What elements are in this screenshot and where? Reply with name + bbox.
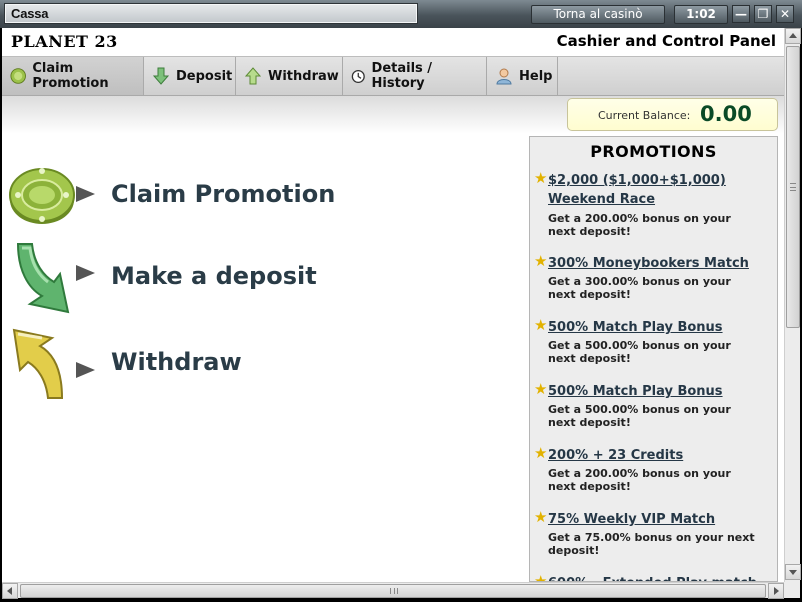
promotion-title[interactable]: 300% Moneybookers Match: [548, 254, 749, 273]
star-icon: ★: [534, 169, 548, 187]
nav-label: Withdraw: [268, 68, 339, 84]
chip-icon: [10, 68, 26, 84]
restore-button[interactable]: ❐: [754, 5, 772, 23]
promotion-title[interactable]: 200% + 23 Credits: [548, 446, 683, 465]
window-title: Cassa: [11, 6, 49, 21]
vertical-scroll-thumb[interactable]: [786, 46, 800, 328]
promotion-desc-line: Get a 500.00% bonus on your: [548, 339, 731, 352]
action-make-deposit[interactable]: Make a deposit: [2, 240, 522, 320]
promotion-title[interactable]: 500% Match Play Bonus: [548, 318, 723, 337]
chevron-right-icon: [774, 587, 779, 595]
promotion-desc-line: Get a 75.00% bonus on your next: [548, 531, 755, 544]
cashier-client-area: PLANET 23 Cashier and Control Panel Clai…: [2, 28, 784, 582]
arrow-right-icon: [76, 265, 95, 281]
promotion-desc-line: Get a 300.00% bonus on your: [548, 275, 731, 288]
green-arrow-icon: [16, 243, 70, 314]
chevron-down-icon: [789, 570, 797, 575]
promotion-title[interactable]: $2,000 ($1,000+$1,000) Weekend Race: [548, 171, 726, 209]
promotion-title-line: $2,000 ($1,000+$1,000): [548, 173, 726, 188]
promotion-title[interactable]: 75% Weekly VIP Match: [548, 510, 715, 529]
grip-icon: [390, 588, 398, 594]
promotion-desc-line: next deposit!: [548, 416, 631, 429]
scroll-up-button[interactable]: [785, 28, 801, 44]
promotion-title[interactable]: 600% - Extended Play match: [548, 574, 757, 581]
balance-label: Current Balance:: [598, 109, 691, 122]
promotion-desc-line: next deposit!: [548, 352, 631, 365]
star-icon: ★: [534, 572, 548, 582]
window-titlebar: Cassa Torna al casinò 1:02 — ❐ ✕: [0, 0, 802, 28]
promotion-description: Get a 75.00% bonus on your next deposit!: [548, 531, 755, 557]
promotion-desc-line: Get a 200.00% bonus on your: [548, 212, 731, 225]
promotion-desc-line: next deposit!: [548, 225, 631, 238]
promotion-description: Get a 200.00% bonus on your next deposit…: [548, 467, 731, 493]
grip-icon: [790, 183, 796, 191]
arrow-down-icon: [152, 67, 170, 85]
action-withdraw[interactable]: Withdraw: [2, 326, 522, 406]
brand-name: PLANET 23: [11, 32, 118, 51]
promotions-heading: PROMOTIONS: [590, 142, 717, 161]
nav-withdraw[interactable]: Withdraw: [236, 57, 343, 95]
nav-label: Help: [519, 68, 553, 84]
chip-icon: [9, 168, 75, 224]
chevron-up-icon: [789, 33, 797, 38]
vertical-scrollbar[interactable]: [784, 28, 801, 582]
return-to-casino-button[interactable]: Torna al casinò: [531, 5, 665, 24]
arrow-right-icon: [76, 362, 95, 378]
close-button[interactable]: ✕: [776, 5, 794, 23]
star-icon: ★: [534, 444, 548, 462]
promotion-description: Get a 500.00% bonus on your next deposit…: [548, 403, 731, 429]
promotion-desc-line: next deposit!: [548, 288, 631, 301]
action-claim-promotion[interactable]: Claim Promotion: [2, 156, 522, 236]
balance-box: Current Balance: 0.00: [567, 98, 778, 131]
promotions-panel: PROMOTIONS ★ $2,000 ($1,000+$1,000) Week…: [529, 136, 778, 582]
panel-title: Cashier and Control Panel: [556, 32, 776, 50]
star-icon: ★: [534, 380, 548, 398]
horizontal-scrollbar[interactable]: [2, 582, 784, 599]
promotion-description: Get a 200.00% bonus on your next deposit…: [548, 212, 731, 238]
arrow-up-icon: [244, 67, 262, 85]
promotion-description: Get a 300.00% bonus on your next deposit…: [548, 275, 731, 301]
chevron-left-icon: [7, 587, 12, 595]
nav-deposit[interactable]: Deposit: [144, 57, 236, 95]
action-label: Make a deposit: [111, 262, 317, 290]
promotion-title[interactable]: 500% Match Play Bonus: [548, 382, 723, 401]
scrollbar-corner: [784, 582, 800, 598]
clock: 1:02: [674, 5, 728, 24]
window-title-field: Cassa: [4, 3, 418, 24]
scroll-down-button[interactable]: [785, 564, 801, 580]
balance-value: 0.00: [700, 102, 752, 126]
nav-label: Details / History: [371, 61, 433, 91]
nav-label: Deposit: [176, 68, 233, 84]
yellow-arrow-icon: [12, 328, 64, 399]
horizontal-scroll-thumb[interactable]: [20, 584, 766, 598]
star-icon: ★: [534, 252, 548, 270]
star-icon: ★: [534, 508, 548, 526]
action-label: Claim Promotion: [111, 180, 336, 208]
promotion-title-line: Weekend Race: [548, 192, 656, 207]
nav-details-history[interactable]: Details / History: [343, 57, 487, 95]
arrow-right-icon: [76, 186, 95, 202]
promotion-desc-line: next deposit!: [548, 480, 631, 493]
promotion-description: Get a 500.00% bonus on your next deposit…: [548, 339, 731, 365]
nav-help[interactable]: Help: [487, 57, 558, 95]
promotion-desc-line: Get a 200.00% bonus on your: [548, 467, 731, 480]
minimize-button[interactable]: —: [732, 5, 750, 23]
nav-claim-promotion[interactable]: Claim Promotion: [2, 57, 144, 95]
scroll-left-button[interactable]: [2, 583, 18, 599]
promotion-desc-line: deposit!: [548, 544, 600, 557]
main-nav: Claim Promotion Deposit Withdraw Details…: [2, 56, 784, 96]
scroll-right-button[interactable]: [768, 583, 784, 599]
star-icon: ★: [534, 316, 548, 334]
person-icon: [496, 68, 512, 85]
promotion-desc-line: Get a 500.00% bonus on your: [548, 403, 731, 416]
action-label: Withdraw: [111, 348, 242, 376]
clock-icon: [351, 69, 365, 83]
nav-label: Claim Promotion: [32, 61, 109, 91]
